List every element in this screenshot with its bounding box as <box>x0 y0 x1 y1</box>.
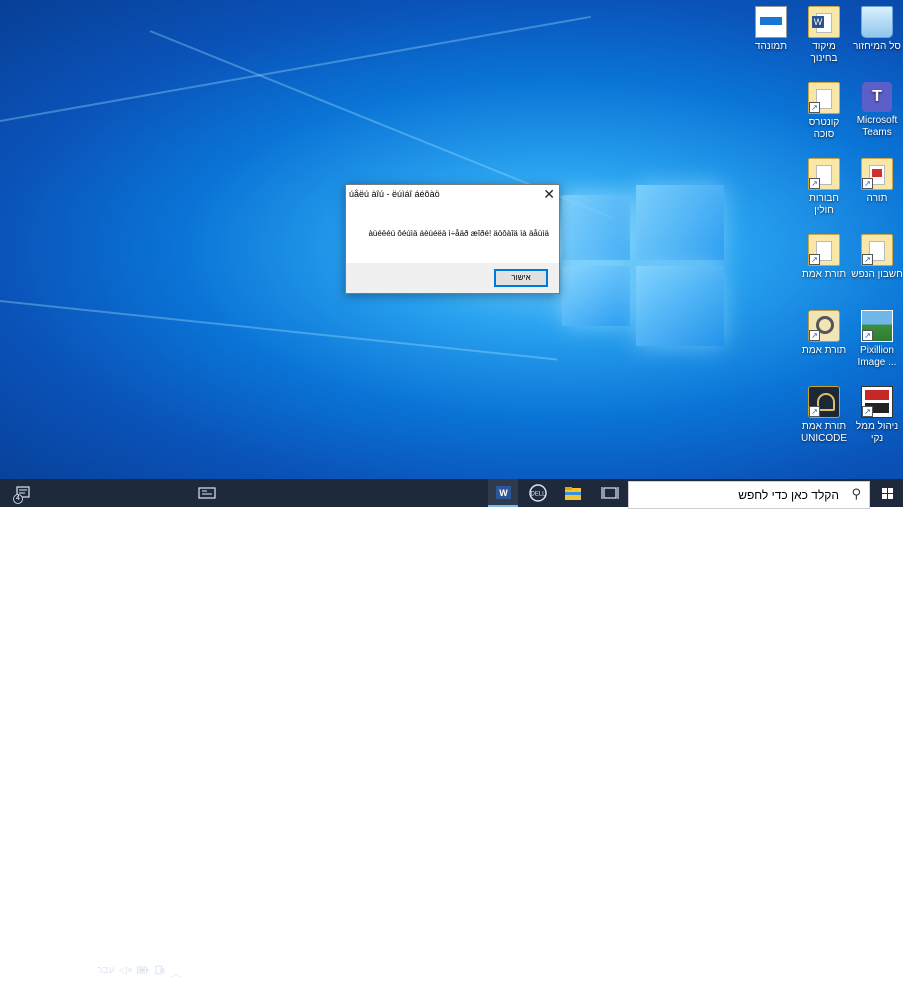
file-explorer-icon <box>565 487 581 500</box>
teams-icon: T <box>862 82 892 112</box>
dialog-titlebar[interactable]: úåëú àîú - ëúìáî áéôàö ✕ <box>346 185 559 205</box>
message-dialog: úåëú àîú - ëúìáî áéôàö ✕ àùéëéú ôéúìä áè… <box>345 184 560 294</box>
search-placeholder: הקלד כאן כדי לחפש <box>738 488 839 502</box>
desktop-icon-recycle-bin[interactable]: סל המיחזור <box>851 6 903 53</box>
volume-muted-icon[interactable]: ◁× <box>119 965 133 976</box>
chevron-up-icon[interactable]: ︿ <box>171 965 181 980</box>
windows-logo-pane <box>636 185 724 260</box>
desktop-icon-label: חבורות חולין <box>808 193 839 216</box>
desktop-icon-torat-emet-2[interactable]: ↗ תורת אמת <box>798 310 850 357</box>
desktop-icon-label: תורת אמת UNICODE <box>800 421 848 444</box>
dialog-message: àùéëéú ôéúìä áèùéëä ì÷åäð æîðé! äöôàîä ì… <box>368 229 549 238</box>
word-taskbar-button[interactable]: W <box>488 479 518 507</box>
folder-shortcut-icon: ↗ <box>808 82 840 114</box>
desktop-icon-label: Microsoft Teams <box>856 115 898 138</box>
start-button[interactable] <box>872 479 903 507</box>
windows-logo-pane <box>562 195 630 260</box>
word-icon: W <box>496 486 511 499</box>
close-icon[interactable]: ✕ <box>543 187 555 201</box>
desktop-icon-chaburot-chullin[interactable]: ↗ חבורות חולין <box>798 158 850 217</box>
svg-text:W: W <box>499 488 508 498</box>
desktop-icon-label: תמונהד <box>754 41 788 52</box>
news-widget-button[interactable] <box>195 479 219 507</box>
pixillion-icon: ↗ <box>861 310 893 342</box>
magnifier-app-icon: ↗ <box>808 310 840 342</box>
desktop-icon-label: תורת אמת <box>801 269 847 280</box>
desktop-icon-label: מיקוד בחינוך <box>810 41 838 64</box>
news-icon <box>198 487 216 499</box>
system-clock[interactable]: 02:06 14/08/2025 <box>38 961 90 985</box>
word-document-icon: W <box>808 6 840 38</box>
folder-shortcut-icon: ↗ <box>808 234 840 266</box>
desktop-icon-torat-emet-unicode[interactable]: ↗ תורת אמת UNICODE <box>798 386 850 445</box>
ok-button[interactable]: אישור <box>494 269 548 287</box>
windows-logo-pane <box>636 266 724 346</box>
desktop-icon-cheshbon-hanefesh[interactable]: ↗ חשבון הנפש <box>851 234 903 281</box>
device-icon[interactable] <box>155 965 165 978</box>
desktop-icon-teams[interactable]: T Microsoft Teams <box>851 82 903 139</box>
folder-shortcut-icon: ↗ <box>861 158 893 190</box>
light-beam <box>0 300 558 361</box>
notification-count: 4 <box>16 495 20 502</box>
desktop-icon-label: סל המיחזור <box>853 41 901 52</box>
search-icon: ⚲ <box>851 486 861 501</box>
dell-icon: DELL <box>529 484 547 502</box>
desktop-icon-label: חשבון הנפש <box>851 269 903 280</box>
desktop-icon-mikud-bechinuch[interactable]: W מיקוד בחינוך <box>798 6 850 65</box>
task-view-icon <box>601 487 619 499</box>
clock-time: 02:06 <box>52 962 76 972</box>
task-view-button[interactable] <box>598 479 622 507</box>
light-beam <box>0 15 592 122</box>
desktop-icon-nekei-management[interactable]: ↗ ניהול ממל נקי <box>851 386 903 445</box>
notification-icon <box>13 486 30 504</box>
desktop-icon-image[interactable]: תמונהד <box>745 6 797 53</box>
desktop-icon-torat-emet[interactable]: ↗ תורת אמת <box>798 234 850 281</box>
image-file-icon <box>755 6 787 38</box>
unicode-app-icon: ↗ <box>808 386 840 418</box>
clock-date: 14/08/2025 <box>41 974 87 984</box>
taskbar-search-box[interactable]: הקלד כאן כדי לחפש ⚲ <box>628 481 870 509</box>
windows-logo-pane <box>562 266 630 326</box>
dialog-title: úåëú àîú - ëúìáî áéôàö <box>349 189 440 199</box>
battery-icon[interactable] <box>137 965 149 978</box>
dell-taskbar-button[interactable]: DELL <box>525 479 551 507</box>
language-indicator[interactable]: עבר <box>97 965 114 976</box>
notification-center-button[interactable]: 4 <box>10 479 34 507</box>
desktop-icon-pixillion[interactable]: ↗ Pixillion Image ... <box>851 310 903 369</box>
svg-text:DELL: DELL <box>530 492 546 498</box>
dialog-footer: אישור <box>346 263 559 293</box>
desktop-icon-label: קונטרס סוכה <box>808 117 840 140</box>
desktop-icon-torah[interactable]: ↗ תורה <box>851 158 903 205</box>
file-explorer-taskbar-button[interactable] <box>560 479 586 507</box>
desktop-icon-label: ניהול ממל נקי <box>855 421 899 444</box>
desktop-icon-label: תורת אמת <box>801 345 847 356</box>
desktop-icon-label: Pixillion Image ... <box>857 345 897 368</box>
windows-start-icon <box>882 488 893 499</box>
folder-shortcut-icon: ↗ <box>808 158 840 190</box>
app-logo-icon: ↗ <box>861 386 893 418</box>
desktop-icon-label: תורה <box>866 193 888 204</box>
folder-shortcut-icon: ↗ <box>861 234 893 266</box>
recycle-bin-icon <box>861 6 893 38</box>
desktop-icon-kuntres-sukkah[interactable]: ↗ קונטרס סוכה <box>798 82 850 141</box>
